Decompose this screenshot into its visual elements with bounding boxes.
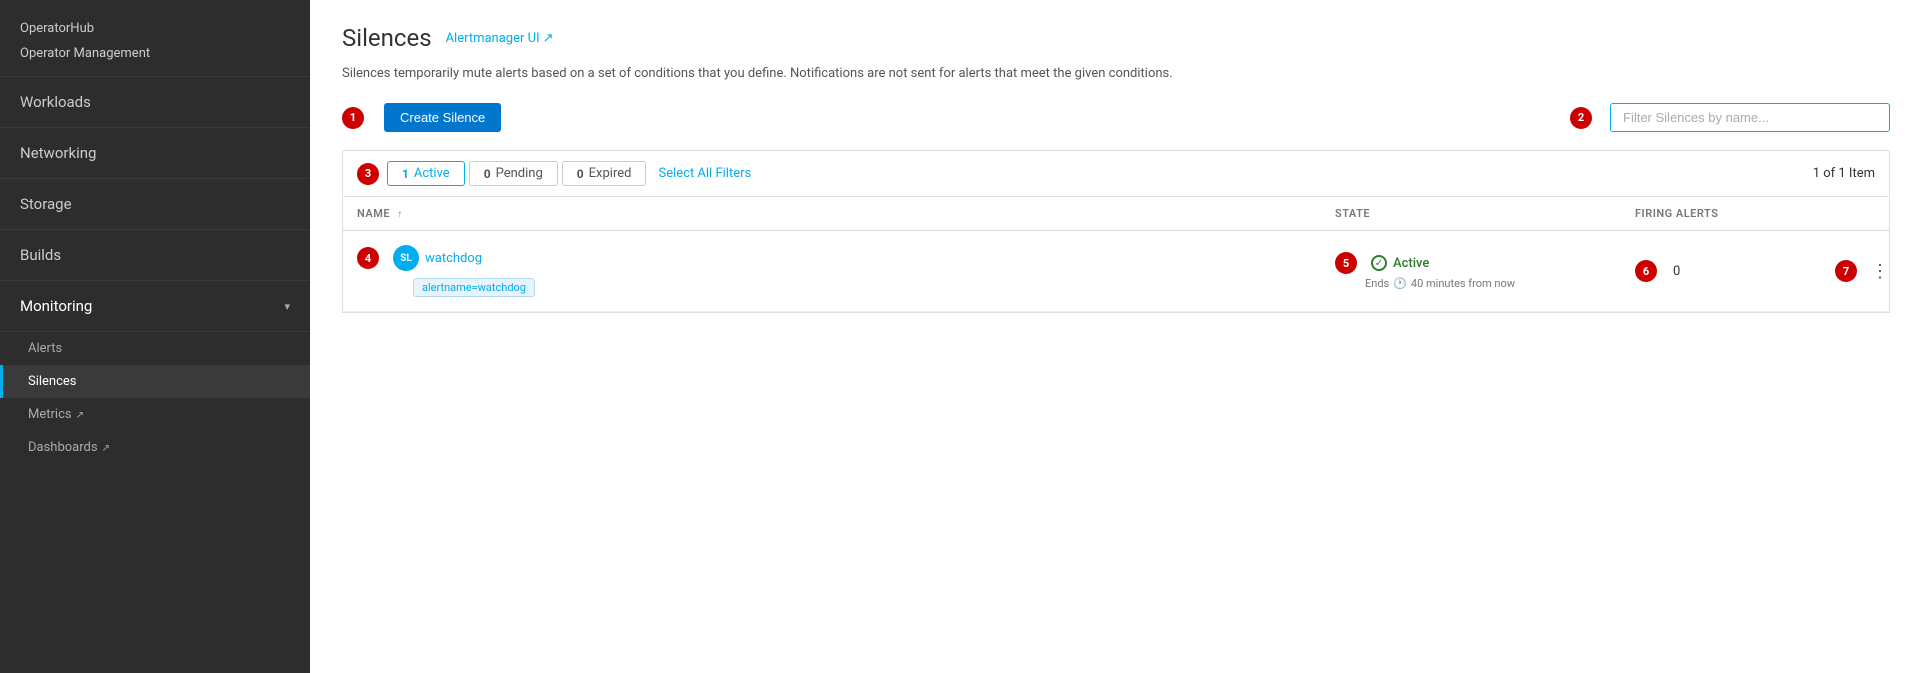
sidebar-item-metrics[interactable]: Metrics↗ bbox=[0, 398, 310, 431]
sidebar: OperatorHub Operator Management Workload… bbox=[0, 0, 310, 673]
more-options-button[interactable]: ⋮ bbox=[1871, 261, 1889, 282]
search-input[interactable] bbox=[1610, 103, 1890, 132]
external-link-icon: ↗ bbox=[543, 31, 554, 46]
toolbar: 1 Create Silence 2 bbox=[342, 103, 1890, 132]
sidebar-item-operatorhub[interactable]: OperatorHub bbox=[20, 16, 290, 41]
firing-alerts-cell: 6 0 bbox=[1635, 260, 1835, 282]
step-badge-4-row: 4 SL watchdog bbox=[357, 245, 1335, 271]
avatar: SL bbox=[393, 245, 419, 271]
state-cell: 5 ✓ Active Ends 🕐 40 minutes from now bbox=[1335, 252, 1635, 290]
filter-tab-pending[interactable]: 0 Pending bbox=[469, 161, 558, 186]
step-badge-7: 7 bbox=[1835, 260, 1857, 282]
sidebar-top-section: OperatorHub Operator Management bbox=[0, 0, 310, 77]
toolbar-right: 2 bbox=[1570, 103, 1890, 132]
ends-text: Ends 🕐 40 minutes from now bbox=[1335, 277, 1635, 290]
silence-name-cell: 4 SL watchdog alertname=watchdog bbox=[357, 245, 1335, 297]
step-badge-6: 6 bbox=[1635, 260, 1657, 282]
actions-cell: 7 ⋮ bbox=[1835, 260, 1875, 282]
step-badge-5: 5 bbox=[1335, 252, 1357, 274]
filter-tab-active[interactable]: 1 Active bbox=[387, 161, 465, 186]
filter-tab-expired[interactable]: 0 Expired bbox=[562, 161, 647, 186]
step-badge-1: 1 bbox=[342, 107, 364, 129]
alertmanager-ui-link[interactable]: Alertmanager UI ↗ bbox=[446, 31, 554, 46]
col-header-state: STATE bbox=[1335, 207, 1635, 220]
page-description: Silences temporarily mute alerts based o… bbox=[342, 66, 1890, 81]
firing-alerts-value: 0 bbox=[1673, 264, 1680, 279]
sidebar-item-networking[interactable]: Networking bbox=[0, 128, 310, 179]
silence-tag[interactable]: alertname=watchdog bbox=[413, 278, 535, 297]
external-link-icon: ↗ bbox=[76, 410, 84, 421]
silences-table: NAME ↑ STATE FIRING ALERTS 4 SL watchdog… bbox=[342, 197, 1890, 313]
main-content: Silences Alertmanager UI ↗ Silences temp… bbox=[310, 0, 1922, 673]
step-badge-3: 3 bbox=[357, 163, 379, 185]
table-header: NAME ↑ STATE FIRING ALERTS bbox=[343, 197, 1889, 231]
sidebar-item-dashboards[interactable]: Dashboards↗ bbox=[0, 431, 310, 464]
sidebar-item-operator-management[interactable]: Operator Management bbox=[20, 41, 290, 66]
item-count: 1 of 1 Item bbox=[1813, 166, 1875, 181]
sidebar-item-builds[interactable]: Builds bbox=[0, 230, 310, 281]
col-header-name: NAME ↑ bbox=[357, 207, 1335, 220]
create-silence-button[interactable]: Create Silence bbox=[384, 103, 501, 132]
table-row: 4 SL watchdog alertname=watchdog 5 ✓ Act… bbox=[343, 231, 1889, 312]
silence-name-link[interactable]: watchdog bbox=[425, 251, 482, 266]
sidebar-item-silences[interactable]: Silences bbox=[0, 365, 310, 398]
chevron-down-icon: ▾ bbox=[284, 300, 290, 313]
sidebar-item-monitoring[interactable]: Monitoring ▾ bbox=[0, 281, 310, 332]
external-link-icon: ↗ bbox=[102, 443, 110, 454]
page-title: Silences bbox=[342, 24, 432, 52]
state-active: ✓ Active bbox=[1371, 255, 1429, 271]
page-header: Silences Alertmanager UI ↗ bbox=[342, 24, 1890, 52]
sidebar-item-alerts[interactable]: Alerts bbox=[0, 332, 310, 365]
active-state-icon: ✓ bbox=[1371, 255, 1387, 271]
toolbar-left: 1 Create Silence bbox=[342, 103, 501, 132]
sidebar-item-storage[interactable]: Storage bbox=[0, 179, 310, 230]
col-header-actions bbox=[1835, 207, 1875, 220]
clock-icon: 🕐 bbox=[1393, 277, 1407, 290]
sort-icon: ↑ bbox=[397, 209, 403, 220]
step-badge-2: 2 bbox=[1570, 107, 1592, 129]
step-badge-4: 4 bbox=[357, 247, 379, 269]
col-header-firing-alerts: FIRING ALERTS bbox=[1635, 207, 1835, 220]
sidebar-item-workloads[interactable]: Workloads bbox=[0, 77, 310, 128]
select-all-filters-link[interactable]: Select All Filters bbox=[658, 166, 751, 181]
